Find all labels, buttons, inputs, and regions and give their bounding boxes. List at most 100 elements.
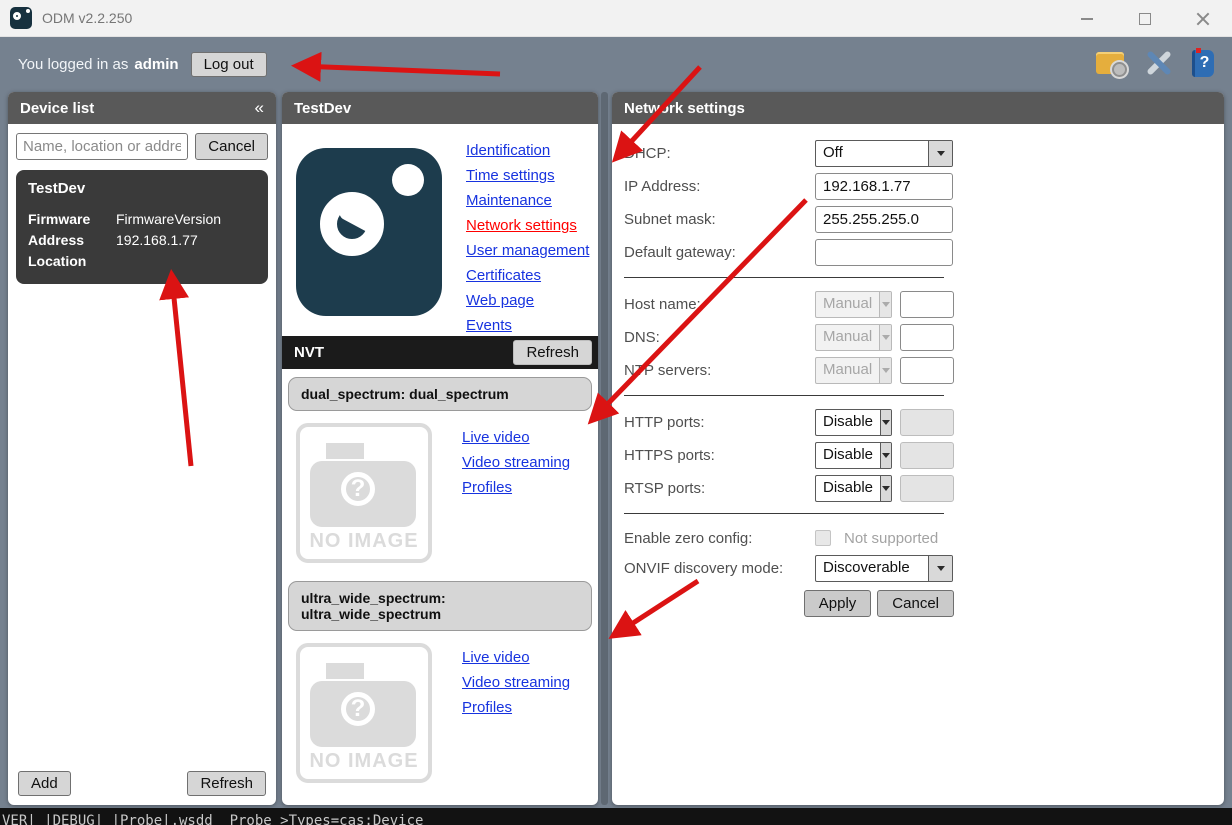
chevron-down-icon[interactable] bbox=[880, 443, 891, 468]
zero-config-label: Enable zero config: bbox=[624, 530, 815, 547]
debug-console-text: VER| |DEBUG| |Probe|.wsdd Probe >Types=c… bbox=[0, 808, 1232, 825]
link-video-streaming-dual[interactable]: Video streaming bbox=[462, 450, 570, 475]
zero-config-checkbox bbox=[815, 530, 831, 546]
link-events[interactable]: Events bbox=[466, 313, 589, 338]
no-image-placeholder: ? NO IMAGE bbox=[296, 423, 432, 563]
dns-mode-value: Manual bbox=[816, 325, 879, 350]
device-list-title: Device list bbox=[20, 100, 94, 117]
device-firmware-row: Firmware FirmwareVersion bbox=[28, 209, 256, 230]
minimize-icon bbox=[1081, 18, 1093, 20]
minimize-button[interactable] bbox=[1058, 0, 1116, 37]
chevron-down-icon[interactable] bbox=[880, 410, 891, 435]
subnet-mask-label: Subnet mask: bbox=[624, 211, 815, 228]
ip-address-input[interactable] bbox=[815, 173, 953, 200]
https-ports-select[interactable]: Disable bbox=[815, 442, 892, 469]
dns-input[interactable] bbox=[900, 324, 954, 351]
rtsp-ports-value: Disable bbox=[816, 476, 880, 501]
maximize-button[interactable] bbox=[1116, 0, 1174, 37]
link-profiles-dual[interactable]: Profiles bbox=[462, 475, 570, 500]
subnet-mask-input[interactable] bbox=[815, 206, 953, 233]
device-thumbnail-camera-icon bbox=[296, 148, 442, 316]
close-button[interactable] bbox=[1174, 0, 1232, 37]
link-profiles-ultra[interactable]: Profiles bbox=[462, 695, 570, 720]
chevron-down-icon bbox=[879, 325, 891, 350]
chevron-down-icon[interactable] bbox=[928, 556, 952, 581]
network-settings-panel: Network settings DHCP: Off IP Address: S… bbox=[612, 92, 1224, 805]
firmware-value: FirmwareVersion bbox=[116, 209, 256, 230]
host-name-label: Host name: bbox=[624, 296, 815, 313]
zero-config-note: Not supported bbox=[844, 530, 938, 547]
logout-button[interactable]: Log out bbox=[191, 52, 267, 77]
host-name-mode-value: Manual bbox=[816, 292, 879, 317]
link-time-settings[interactable]: Time settings bbox=[466, 163, 589, 188]
add-device-button[interactable]: Add bbox=[18, 771, 71, 796]
rtsp-port-input bbox=[900, 475, 954, 502]
video-source-ultra-wide-spectrum[interactable]: ultra_wide_spectrum: ultra_wide_spectrum bbox=[288, 581, 592, 631]
chevron-down-icon[interactable] bbox=[928, 141, 952, 166]
link-maintenance[interactable]: Maintenance bbox=[466, 188, 589, 213]
ntp-mode-value: Manual bbox=[816, 358, 879, 383]
default-gateway-label: Default gateway: bbox=[624, 244, 815, 261]
device-name: TestDev bbox=[28, 180, 256, 197]
dhcp-select[interactable]: Off bbox=[815, 140, 953, 167]
app-logo-icon bbox=[10, 7, 32, 29]
link-live-video-ultra[interactable]: Live video bbox=[462, 645, 570, 670]
link-certificates[interactable]: Certificates bbox=[466, 263, 589, 288]
link-video-streaming-ultra[interactable]: Video streaming bbox=[462, 670, 570, 695]
gear-icon bbox=[1112, 62, 1127, 77]
management-folder-icon[interactable] bbox=[1096, 52, 1124, 74]
http-ports-label: HTTP ports: bbox=[624, 414, 815, 431]
ntp-servers-input[interactable] bbox=[900, 357, 954, 384]
help-icon[interactable]: ? bbox=[1192, 50, 1214, 77]
no-image-label: NO IMAGE bbox=[300, 750, 428, 773]
search-cancel-button[interactable]: Cancel bbox=[195, 133, 268, 160]
tools-icon[interactable] bbox=[1144, 49, 1172, 77]
network-settings-header: Network settings bbox=[612, 92, 1224, 124]
firmware-label: Firmware bbox=[28, 209, 116, 230]
dhcp-value: Off bbox=[816, 141, 928, 166]
nvt-title: NVT bbox=[294, 344, 324, 361]
link-live-video-dual[interactable]: Live video bbox=[462, 425, 570, 450]
title-bar: ODM v2.2.250 bbox=[0, 0, 1232, 37]
device-panel-scrollbar[interactable] bbox=[601, 92, 608, 805]
discovery-mode-select[interactable]: Discoverable bbox=[815, 555, 953, 582]
collapse-panel-icon[interactable]: « bbox=[255, 98, 264, 118]
device-panel-title: TestDev bbox=[294, 100, 351, 117]
video-source-dual-spectrum[interactable]: dual_spectrum: dual_spectrum bbox=[288, 377, 592, 411]
login-status-text: You logged in as bbox=[18, 56, 128, 73]
location-value bbox=[116, 251, 256, 272]
debug-console-bar: VER| |DEBUG| |Probe|.wsdd Probe >Types=c… bbox=[0, 808, 1232, 825]
no-image-placeholder: ? NO IMAGE bbox=[296, 643, 432, 783]
apply-button[interactable]: Apply bbox=[804, 590, 872, 617]
address-label: Address bbox=[28, 230, 116, 251]
question-mark-icon: ? bbox=[341, 692, 375, 726]
refresh-devices-button[interactable]: Refresh bbox=[187, 771, 266, 796]
chevron-down-icon[interactable] bbox=[880, 476, 891, 501]
question-mark-icon: ? bbox=[341, 472, 375, 506]
close-icon bbox=[1196, 12, 1210, 26]
link-identification[interactable]: Identification bbox=[466, 138, 589, 163]
https-ports-value: Disable bbox=[816, 443, 880, 468]
http-ports-value: Disable bbox=[816, 410, 880, 435]
link-network-settings[interactable]: Network settings bbox=[466, 213, 589, 238]
rtsp-ports-label: RTSP ports: bbox=[624, 480, 815, 497]
nvt-refresh-button[interactable]: Refresh bbox=[513, 340, 592, 365]
https-ports-label: HTTPS ports: bbox=[624, 447, 815, 464]
device-list-item-testdev[interactable]: TestDev Firmware FirmwareVersion Address… bbox=[16, 170, 268, 284]
rtsp-ports-select[interactable]: Disable bbox=[815, 475, 892, 502]
link-user-management[interactable]: User management bbox=[466, 238, 589, 263]
http-port-input bbox=[900, 409, 954, 436]
discovery-mode-value: Discoverable bbox=[816, 556, 928, 581]
host-name-input[interactable] bbox=[900, 291, 954, 318]
device-search-input[interactable] bbox=[16, 133, 188, 160]
http-ports-select[interactable]: Disable bbox=[815, 409, 892, 436]
link-web-page[interactable]: Web page bbox=[466, 288, 589, 313]
host-name-mode-select: Manual bbox=[815, 291, 892, 318]
network-settings-title: Network settings bbox=[624, 100, 745, 117]
default-gateway-input[interactable] bbox=[815, 239, 953, 266]
login-band: You logged in as admin Log out ? bbox=[0, 37, 1232, 92]
nvt-section-header: NVT Refresh bbox=[282, 336, 598, 369]
network-cancel-button[interactable]: Cancel bbox=[877, 590, 954, 617]
device-address-row: Address 192.168.1.77 bbox=[28, 230, 256, 251]
device-list-panel: Device list « Cancel TestDev Firmware Fi… bbox=[8, 92, 276, 805]
